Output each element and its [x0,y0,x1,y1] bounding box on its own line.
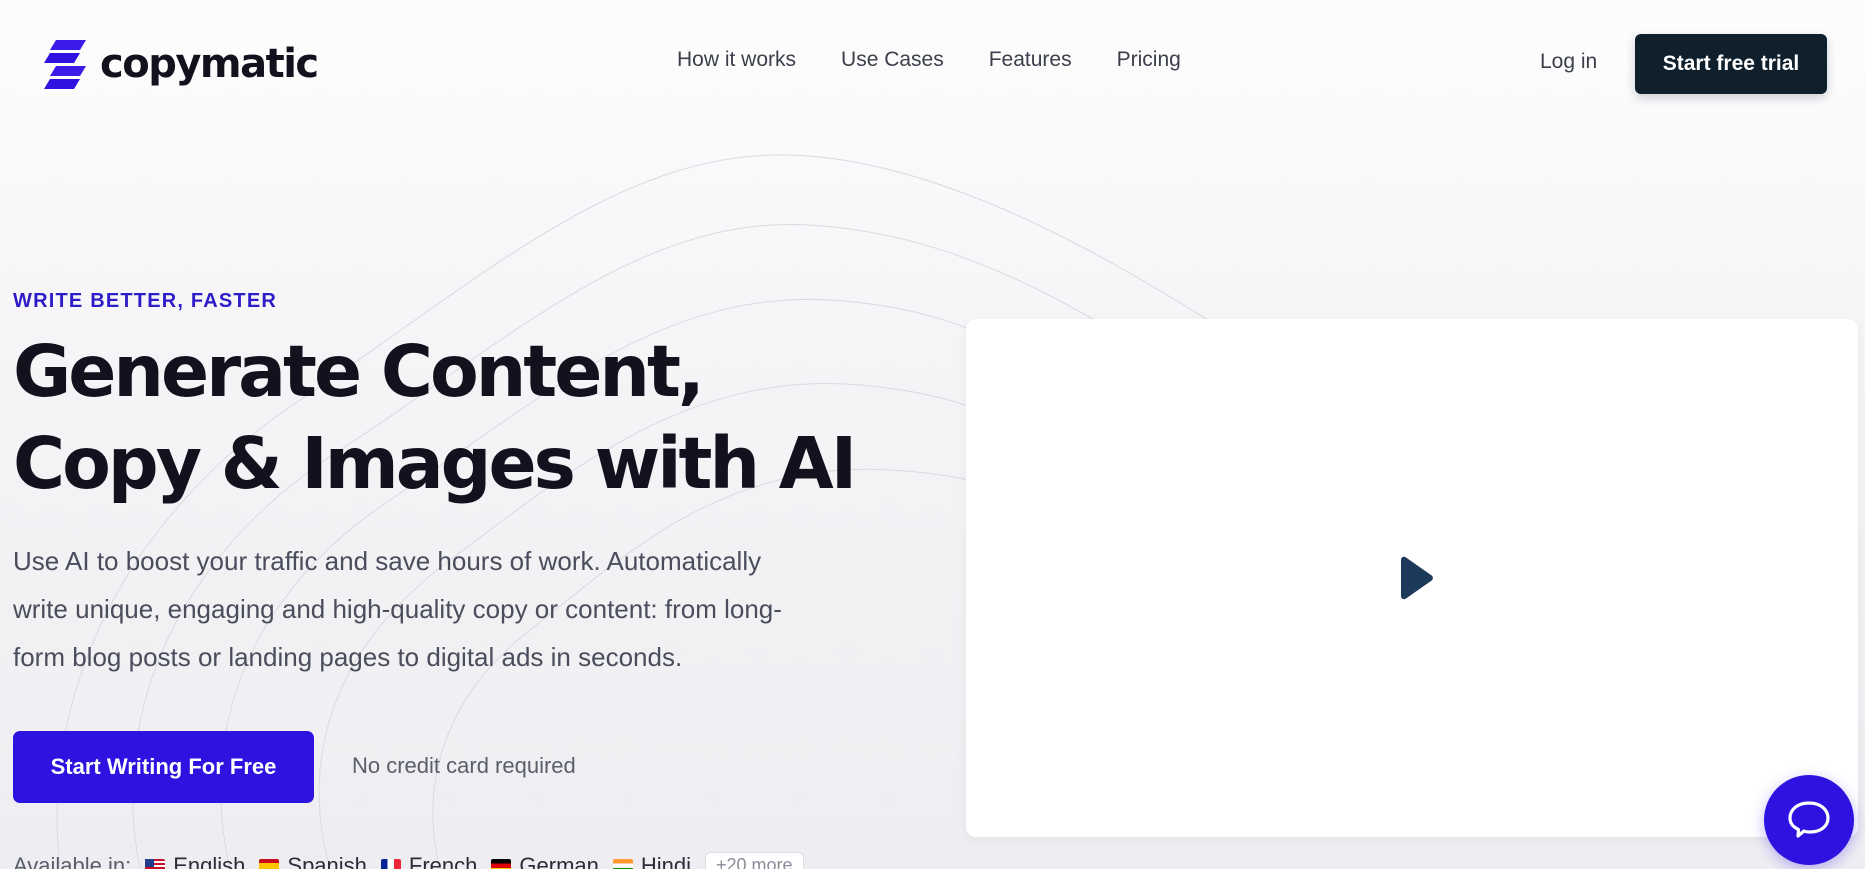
hero-eyebrow: WRITE BETTER, FASTER [13,290,277,312]
nav-item-how-it-works[interactable]: How it works [677,48,796,72]
nav-item-features[interactable]: Features [989,48,1072,72]
language-label: English [173,852,246,869]
language-french[interactable]: French [380,852,478,869]
germany-flag-icon [491,858,512,869]
nav-item-pricing[interactable]: Pricing [1117,48,1181,72]
language-hindi[interactable]: Hindi [612,852,692,869]
hero-subtext: Use AI to boost your traffic and save ho… [13,546,782,672]
brand-name: copymatic [100,41,319,87]
hero-headline: Generate Content, Copy & Images with AI [13,326,913,510]
login-link[interactable]: Log in [1540,50,1597,74]
language-spanish[interactable]: Spanish [259,853,367,869]
stacked-bars-logo-icon [44,40,86,89]
languages-prefix: Available in: [13,852,132,869]
brand-logo[interactable]: copymatic [42,38,319,90]
languages-row: Available in: English Spanish French Ger… [13,852,804,869]
language-english[interactable]: English [145,853,245,869]
language-label: German [519,852,599,869]
hero-headline-line-2: Copy & Images with AI [13,422,857,505]
site-header: copymatic How it works Use Cases Feature… [0,0,1865,125]
language-label: French [408,852,478,869]
france-flag-icon [380,858,401,869]
start-free-trial-button[interactable]: Start free trial [1635,34,1827,94]
language-label: Spanish [287,852,367,869]
no-credit-card-note: No credit card required [352,753,576,778]
start-writing-button[interactable]: Start Writing For Free [13,731,314,803]
more-languages-badge[interactable]: +20 more [705,852,804,869]
us-flag-icon [145,858,166,869]
hero-headline-line-1: Generate Content, [13,330,705,413]
language-german[interactable]: German [491,852,599,869]
india-flag-icon [612,858,633,869]
spain-flag-icon [259,858,280,869]
language-label: Hindi [640,852,692,869]
play-icon[interactable] [1395,556,1435,600]
main-nav: How it works Use Cases Features Pricing [677,48,1181,72]
nav-item-use-cases[interactable]: Use Cases [841,48,944,72]
chat-launcher[interactable] [1764,775,1854,865]
chat-bubble-icon [1788,801,1830,838]
